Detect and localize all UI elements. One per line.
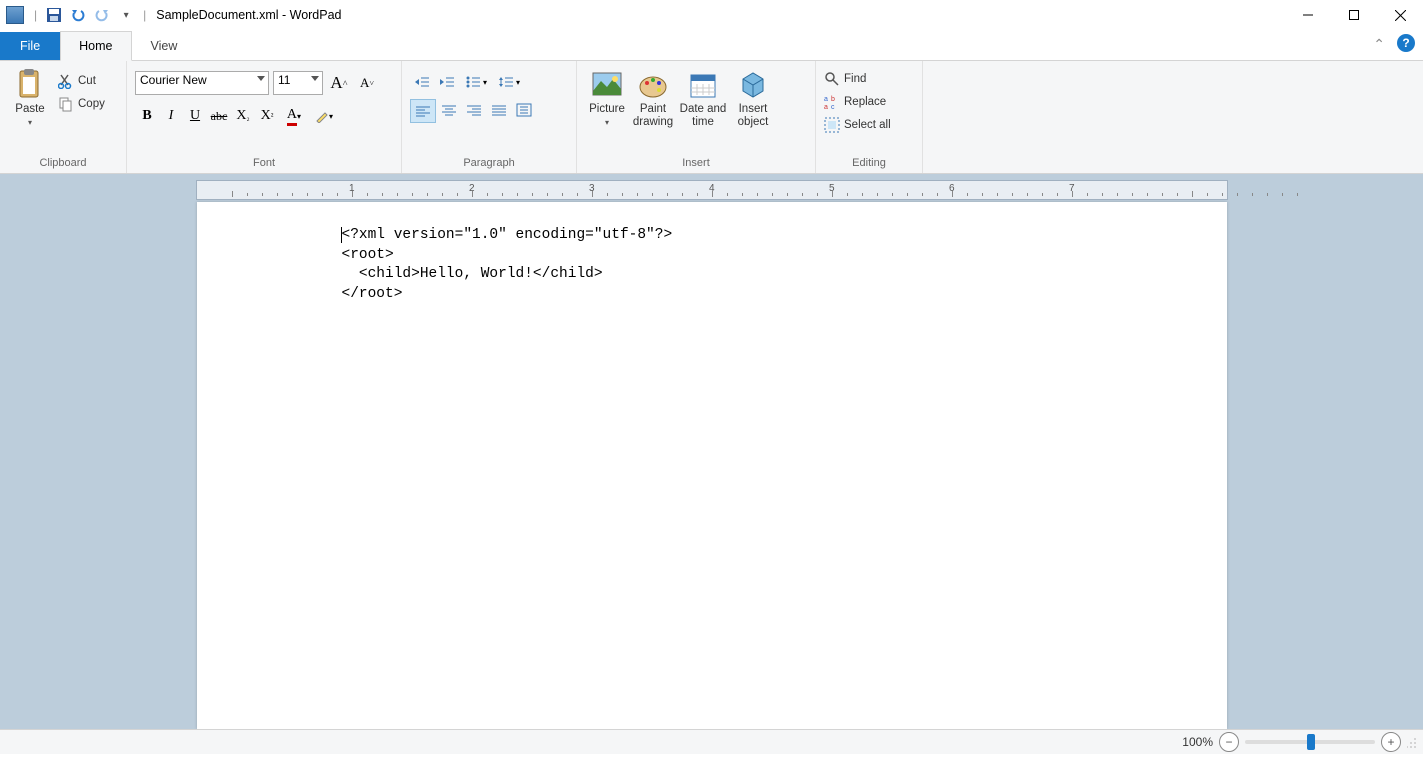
window-title: SampleDocument.xml - WordPad bbox=[156, 8, 341, 22]
document-line: <child>Hello, World!</child> bbox=[342, 266, 603, 282]
select-label: Select all bbox=[844, 119, 891, 131]
status-bar: 100% − + bbox=[0, 729, 1423, 754]
shrink-font-button[interactable]: A˅ bbox=[355, 72, 379, 94]
document-line: </root> bbox=[342, 286, 403, 302]
redo-icon[interactable] bbox=[91, 4, 113, 26]
document-line: <?xml version="1.0" encoding="utf-8"?> bbox=[341, 227, 673, 243]
paragraph-dialog-button[interactable] bbox=[512, 99, 536, 121]
justify-button[interactable] bbox=[487, 99, 511, 121]
decrease-indent-button[interactable] bbox=[410, 71, 434, 93]
align-center-button[interactable] bbox=[437, 99, 461, 121]
cut-label: Cut bbox=[78, 75, 96, 87]
copy-button[interactable]: Copy bbox=[58, 94, 105, 114]
insert-group-label: Insert bbox=[585, 157, 807, 171]
chevron-down-icon[interactable]: ▾ bbox=[605, 118, 609, 127]
document-workspace: 1234567 <?xml version="1.0" encoding="ut… bbox=[0, 174, 1423, 729]
insert-object-button[interactable]: Insert object bbox=[731, 65, 775, 128]
file-tab[interactable]: File bbox=[0, 32, 60, 60]
editing-group-label: Editing bbox=[824, 157, 914, 171]
qat-separator: | bbox=[34, 8, 37, 22]
select-all-button[interactable]: Select all bbox=[824, 115, 891, 135]
maximize-button[interactable] bbox=[1331, 0, 1377, 30]
zoom-thumb[interactable] bbox=[1307, 734, 1315, 750]
find-button[interactable]: Find bbox=[824, 69, 891, 89]
subscript-button[interactable]: X₂ bbox=[231, 105, 255, 127]
window-controls bbox=[1285, 0, 1423, 30]
clipboard-group: Paste ▾ Cut Copy Clipboard bbox=[0, 61, 127, 173]
paint-drawing-button[interactable]: Paint drawing bbox=[631, 65, 675, 128]
chevron-down-icon bbox=[311, 76, 319, 81]
strikethrough-button[interactable]: abc bbox=[207, 105, 231, 127]
collapse-ribbon-icon[interactable]: ⌃ bbox=[1373, 36, 1385, 53]
font-group: Courier New 11 A˄ A˅ B I U abc X₂ X² A ▾… bbox=[127, 61, 402, 173]
highlight-button[interactable]: ▾ bbox=[309, 105, 339, 127]
align-right-button[interactable] bbox=[462, 99, 486, 121]
font-group-label: Font bbox=[135, 157, 393, 171]
ribbon: Paste ▾ Cut Copy Clipboard Courier New 1… bbox=[0, 61, 1423, 174]
paste-label: Paste bbox=[15, 103, 44, 116]
resize-grip-icon[interactable] bbox=[1407, 735, 1417, 749]
paragraph-group: ▾ ▾ Paragraph bbox=[402, 61, 577, 173]
font-color-button[interactable]: A ▾ bbox=[279, 105, 309, 127]
paste-dropdown-icon[interactable]: ▾ bbox=[28, 118, 32, 127]
save-icon[interactable] bbox=[43, 4, 65, 26]
zoom-level: 100% bbox=[1182, 735, 1213, 749]
svg-text:a: a bbox=[824, 96, 828, 103]
qat-customize-icon[interactable]: ▾ bbox=[115, 4, 137, 26]
replace-button[interactable]: abac Replace bbox=[824, 92, 891, 112]
align-left-button[interactable] bbox=[410, 99, 436, 123]
quick-access-toolbar: | ▾ | bbox=[30, 4, 150, 26]
replace-label: Replace bbox=[844, 96, 886, 108]
font-size-select[interactable]: 11 bbox=[273, 71, 323, 95]
insert-group: Picture ▾ Paint drawing Date and time In… bbox=[577, 61, 816, 173]
bold-button[interactable]: B bbox=[135, 105, 159, 127]
paragraph-group-label: Paragraph bbox=[410, 157, 568, 171]
paint-label: Paint drawing bbox=[633, 103, 673, 128]
document-page[interactable]: <?xml version="1.0" encoding="utf-8"?> <… bbox=[197, 202, 1227, 729]
copy-label: Copy bbox=[78, 98, 105, 110]
tab-row: File Home View ⌃ ? bbox=[0, 30, 1423, 61]
zoom-in-button[interactable]: + bbox=[1381, 732, 1401, 752]
clipboard-group-label: Clipboard bbox=[8, 157, 118, 171]
paste-button[interactable]: Paste ▾ bbox=[8, 65, 52, 127]
grow-font-button[interactable]: A˄ bbox=[327, 72, 351, 94]
help-icon[interactable]: ? bbox=[1397, 34, 1415, 52]
minimize-button[interactable] bbox=[1285, 0, 1331, 30]
ruler[interactable]: 1234567 bbox=[196, 180, 1228, 200]
zoom-out-button[interactable]: − bbox=[1219, 732, 1239, 752]
object-label: Insert object bbox=[738, 103, 769, 128]
editing-group: Find abac Replace Select all Editing bbox=[816, 61, 923, 173]
close-button[interactable] bbox=[1377, 0, 1423, 30]
app-icon bbox=[6, 6, 24, 24]
home-tab[interactable]: Home bbox=[60, 31, 131, 61]
superscript-button[interactable]: X² bbox=[255, 105, 279, 127]
increase-indent-button[interactable] bbox=[435, 71, 459, 93]
cut-button[interactable]: Cut bbox=[58, 71, 105, 91]
italic-button[interactable]: I bbox=[159, 105, 183, 127]
font-name-select[interactable]: Courier New bbox=[135, 71, 269, 95]
date-time-button[interactable]: Date and time bbox=[677, 65, 729, 128]
undo-icon[interactable] bbox=[67, 4, 89, 26]
svg-text:a: a bbox=[824, 104, 828, 110]
title-bar: | ▾ | SampleDocument.xml - WordPad bbox=[0, 0, 1423, 30]
bullets-button[interactable]: ▾ bbox=[460, 71, 492, 93]
underline-button[interactable]: U bbox=[183, 105, 207, 127]
picture-label: Picture bbox=[589, 103, 625, 116]
view-tab[interactable]: View bbox=[132, 31, 197, 60]
svg-text:b: b bbox=[831, 96, 835, 103]
svg-text:c: c bbox=[831, 104, 835, 110]
date-label: Date and time bbox=[680, 103, 727, 128]
find-label: Find bbox=[844, 73, 866, 85]
picture-button[interactable]: Picture ▾ bbox=[585, 65, 629, 127]
chevron-down-icon bbox=[257, 76, 265, 81]
qat-separator-2: | bbox=[143, 8, 146, 22]
zoom-slider[interactable] bbox=[1245, 740, 1375, 744]
document-line: <root> bbox=[342, 247, 394, 263]
line-spacing-button[interactable]: ▾ bbox=[493, 71, 525, 93]
